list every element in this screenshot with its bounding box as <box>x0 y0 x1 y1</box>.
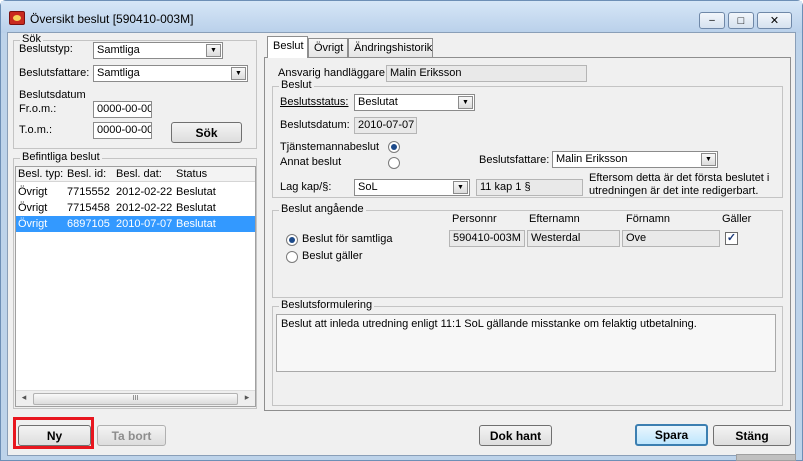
status-value: Beslutat <box>358 96 398 108</box>
galler-header: Gäller <box>722 213 752 225</box>
tom-label: T.o.m.: <box>19 124 53 136</box>
cell: Beslutat <box>176 218 216 230</box>
stang-button[interactable]: Stäng <box>713 425 791 446</box>
beslutsfattare-select[interactable]: Samtliga ▼ <box>93 65 248 82</box>
horizontal-scrollbar[interactable]: ◂ III ▸ <box>16 390 255 406</box>
beslut-galler-radio[interactable] <box>286 251 298 263</box>
lag-select[interactable]: SoL ▼ <box>354 179 470 196</box>
beslut-legend: Beslut <box>279 79 314 91</box>
col-header-dat[interactable]: Besl. dat: <box>116 168 162 180</box>
cell: Övrigt <box>18 218 48 230</box>
col-header-status[interactable]: Status <box>176 168 207 180</box>
minimize-icon: – <box>709 14 715 26</box>
dok-hant-button[interactable]: Dok hant <box>479 425 552 446</box>
datum-label: Beslutsdatum: <box>280 119 350 131</box>
status-strip <box>736 454 796 461</box>
status-label: Beslutsstatus: <box>280 96 349 108</box>
title-bar: Översikt beslut [590410-003M] – □ ✕ <box>1 1 802 33</box>
tom-date-input[interactable]: 0000-00-00 <box>93 122 152 139</box>
personnr-header: Personnr <box>452 213 497 225</box>
efternamn-header: Efternamn <box>529 213 580 225</box>
handlaggare-field: Malin Eriksson <box>386 65 587 82</box>
scroll-left-icon[interactable]: ◂ <box>17 392 31 406</box>
beslut-galler-label: Beslut gäller <box>302 250 363 262</box>
from-label: Fr.o.m.: <box>19 103 57 115</box>
spara-button[interactable]: Spara <box>635 424 708 446</box>
cell: Beslutat <box>176 202 216 214</box>
decisions-list: Besl. typ: Besl. id: Besl. dat: Status Ö… <box>15 166 256 407</box>
beslutsdatum-label: Beslutsdatum <box>19 89 86 101</box>
fornamn-field: Ove <box>622 230 720 247</box>
beslutstyp-select[interactable]: Samtliga ▼ <box>93 42 223 59</box>
beslutsfattare-label: Beslutsfattare: <box>19 67 90 79</box>
close-button[interactable]: ✕ <box>757 12 792 29</box>
formulering-legend: Beslutsformulering <box>279 299 375 311</box>
scroll-right-icon[interactable]: ▸ <box>240 392 254 406</box>
tab-andringshistorik[interactable]: Ändringshistorik <box>348 38 433 58</box>
beslut-samtliga-label: Beslut för samtliga <box>302 233 393 245</box>
chevron-down-icon: ▼ <box>206 44 221 57</box>
cell: Övrigt <box>18 202 48 214</box>
tjansteman-label: Tjänstemannabeslut <box>280 141 380 153</box>
cell: 6897105 <box>67 218 110 230</box>
window-title: Översikt beslut [590410-003M] <box>30 12 194 26</box>
beslut-samtliga-radio[interactable] <box>286 234 298 246</box>
efternamn-field: Westerdal <box>527 230 620 247</box>
lag-label: Lag kap/§: <box>280 181 332 193</box>
beslutstyp-value: Samtliga <box>97 44 140 56</box>
col-header-typ[interactable]: Besl. typ: <box>18 168 63 180</box>
cell: Beslutat <box>176 186 216 198</box>
table-row[interactable]: Övrigt 7715552 2012-02-22 Beslutat <box>16 184 255 200</box>
chevron-down-icon: ▼ <box>458 96 473 109</box>
chevron-down-icon: ▼ <box>231 67 246 80</box>
table-row-selected[interactable]: Övrigt 6897105 2010-07-07 Beslutat <box>16 216 255 232</box>
paragraf-field: 11 kap 1 § <box>476 179 583 196</box>
existing-legend: Befintliga beslut <box>20 151 102 163</box>
cell: 2012-02-22 <box>116 186 173 198</box>
angaende-legend: Beslut angående <box>279 203 366 215</box>
fattare-value: Malin Eriksson <box>556 153 628 165</box>
tab-ovrigt[interactable]: Övrigt <box>308 38 348 58</box>
lag-value: SoL <box>358 181 378 193</box>
scroll-thumb[interactable]: III <box>33 393 238 405</box>
cell: 2010-07-07 <box>116 218 173 230</box>
chevron-down-icon: ▼ <box>701 153 716 166</box>
app-logo-icon <box>9 11 25 25</box>
tab-beslut[interactable]: Beslut <box>267 36 308 58</box>
annat-radio[interactable] <box>388 157 400 169</box>
beslutsfattare-value: Samtliga <box>97 67 140 79</box>
personnr-field: 590410-003M <box>449 230 525 247</box>
cell: 7715458 <box>67 202 110 214</box>
main-window: Översikt beslut [590410-003M] – □ ✕ Sök … <box>0 0 803 461</box>
annat-label: Annat beslut <box>280 156 342 168</box>
status-select[interactable]: Beslutat ▼ <box>354 94 475 111</box>
fattare-label: Beslutsfattare: <box>479 154 550 166</box>
first-decision-note: Eftersom detta är det första beslutet i … <box>589 172 770 197</box>
chevron-down-icon: ▼ <box>453 181 468 194</box>
minimize-button[interactable]: – <box>699 12 725 29</box>
search-button[interactable]: Sök <box>171 122 242 143</box>
cell: Övrigt <box>18 186 48 198</box>
cell: 7715552 <box>67 186 110 198</box>
from-date-input[interactable]: 0000-00-00 <box>93 101 152 118</box>
col-header-id[interactable]: Besl. id: <box>67 168 106 180</box>
ta-bort-button[interactable]: Ta bort <box>97 425 166 446</box>
fornamn-header: Förnamn <box>626 213 671 225</box>
client-area: Sök Beslutstyp: Samtliga ▼ Beslutsfattare… <box>7 32 796 456</box>
fattare-select[interactable]: Malin Eriksson ▼ <box>552 151 718 168</box>
maximize-button[interactable]: □ <box>728 12 754 29</box>
highlight-frame <box>13 417 94 449</box>
tjansteman-radio[interactable] <box>388 141 400 153</box>
close-icon: ✕ <box>769 15 780 27</box>
formulering-textarea[interactable]: Beslut att inleda utredning enligt 11:1 … <box>276 314 776 372</box>
datum-field: 2010-07-07 <box>354 117 417 134</box>
list-header: Besl. typ: Besl. id: Besl. dat: Status <box>16 167 255 182</box>
cell: 2012-02-22 <box>116 202 173 214</box>
maximize-icon: □ <box>737 14 745 27</box>
galler-checkbox[interactable]: ✓ <box>725 232 738 245</box>
beslutstyp-label: Beslutstyp: <box>19 43 73 55</box>
table-row[interactable]: Övrigt 7715458 2012-02-22 Beslutat <box>16 200 255 216</box>
handlaggare-label: Ansvarig handläggare: <box>278 67 389 79</box>
